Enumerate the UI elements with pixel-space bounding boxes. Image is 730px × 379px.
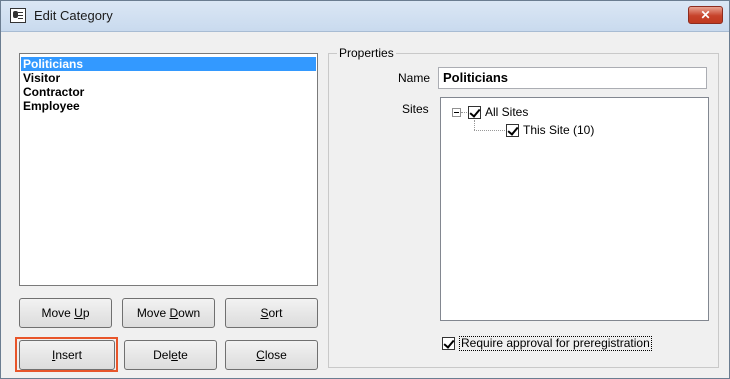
this-site-checkbox[interactable] (506, 124, 519, 137)
button-label: p (82, 306, 90, 320)
sites-tree[interactable]: All Sites This Site (10) (440, 97, 709, 321)
collapse-icon[interactable] (452, 108, 461, 117)
list-item[interactable]: Visitor (21, 71, 316, 85)
require-approval-checkbox[interactable] (442, 337, 455, 350)
button-label: ort (268, 306, 283, 320)
require-approval-option[interactable]: Require approval for preregistration (439, 333, 679, 353)
window-title: Edit Category (34, 8, 113, 23)
button-label: own (178, 306, 201, 320)
tree-connector (461, 112, 467, 113)
title-bar[interactable]: Edit Category ✕ (1, 1, 729, 32)
category-list[interactable]: Politicians Visitor Contractor Employee (19, 53, 318, 286)
properties-legend: Properties (337, 46, 396, 60)
list-item[interactable]: Politicians (21, 57, 316, 71)
button-label: Del (153, 348, 172, 362)
accelerator-key: S (260, 306, 269, 320)
button-label: Move (136, 306, 170, 320)
require-approval-label[interactable]: Require approval for preregistration (459, 336, 652, 351)
move-up-button[interactable]: Move Up (19, 298, 112, 328)
tree-item-all-sites[interactable]: All Sites (485, 105, 528, 119)
accelerator-key: U (74, 306, 83, 320)
list-item[interactable]: Employee (21, 99, 316, 113)
tree-connector (474, 120, 475, 130)
delete-button[interactable]: Delete (124, 340, 217, 370)
name-label: Name (398, 71, 431, 85)
button-label: te (177, 348, 188, 362)
list-item[interactable]: Contractor (21, 85, 316, 99)
button-label: Move (41, 306, 75, 320)
name-field[interactable]: Politicians (438, 67, 707, 89)
badge-icon (10, 8, 26, 23)
tree-item-this-site[interactable]: This Site (10) (523, 123, 594, 137)
accelerator-key: C (256, 348, 265, 362)
move-down-button[interactable]: Move Down (122, 298, 215, 328)
accelerator-key: e (171, 348, 178, 362)
insert-button-highlight (15, 337, 118, 372)
sort-button[interactable]: Sort (225, 298, 318, 328)
close-window-button[interactable]: ✕ (688, 6, 723, 24)
close-button[interactable]: Close (225, 340, 318, 370)
all-sites-checkbox[interactable] (468, 106, 481, 119)
sites-label: Sites (402, 102, 429, 116)
button-label: lose (264, 348, 287, 362)
tree-connector (474, 130, 505, 131)
accelerator-key: D (169, 306, 179, 320)
